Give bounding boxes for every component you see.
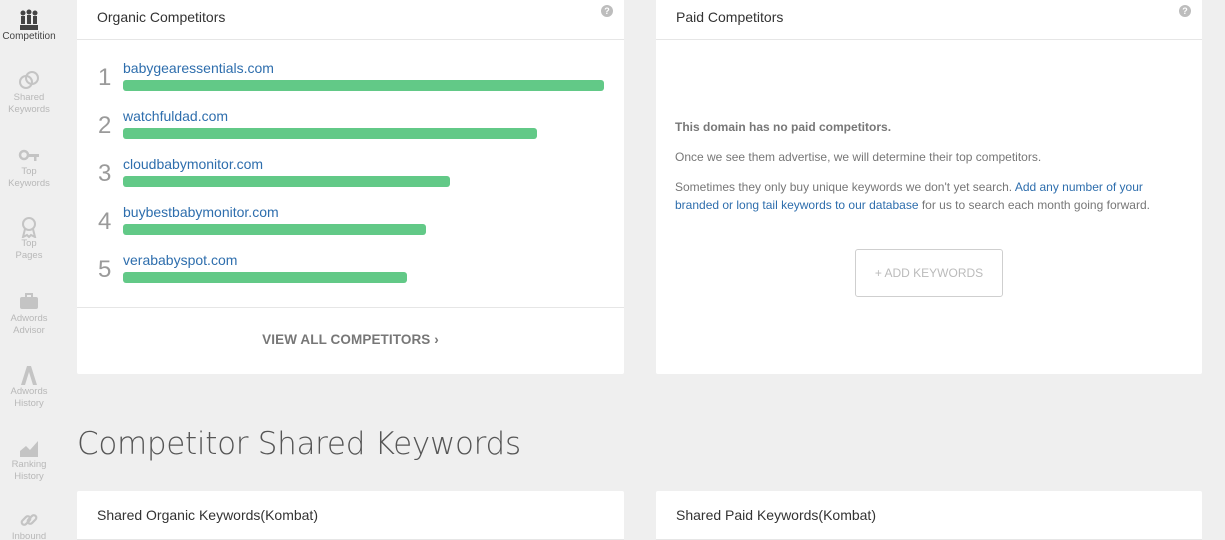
ribbon-icon: [21, 217, 37, 238]
nav-label: Competition: [2, 31, 56, 42]
nav-label: Top: [21, 238, 37, 249]
nav-label: Ranking: [11, 459, 47, 470]
nav-label: Adwords: [10, 313, 48, 324]
competition-icon: [20, 9, 38, 30]
paid-hint-text: Sometimes they only buy unique keywords …: [675, 178, 1185, 214]
hint-suffix: for us to search each month going forwar…: [918, 198, 1150, 212]
nav-label: History: [14, 471, 44, 482]
nav-label: Keywords: [8, 178, 50, 189]
nav-competition[interactable]: Competition: [0, 9, 58, 43]
competitor-bar: [123, 176, 450, 187]
competitor-row: 3 cloudbabymonitor.com: [77, 156, 624, 204]
competitor-bar: [123, 224, 426, 235]
chart-icon: [20, 441, 38, 457]
paid-info-text: Once we see them advertise, we will dete…: [675, 150, 1042, 164]
nav-top-pages[interactable]: Top Pages: [0, 216, 58, 262]
organic-competitors-card: Organic Competitors ? 1 babygearessential…: [77, 0, 624, 374]
help-icon[interactable]: ?: [1179, 5, 1191, 17]
shared-organic-keywords-card: Shared Organic Keywords(Kombat): [77, 491, 624, 540]
competitor-link[interactable]: buybestbabymonitor.com: [123, 204, 279, 220]
card-title: Shared Organic Keywords(Kombat): [97, 507, 318, 523]
competitor-link[interactable]: watchfuldad.com: [123, 108, 228, 124]
card-title: Shared Paid Keywords(Kombat): [676, 507, 876, 523]
key-icon: [18, 149, 39, 161]
card-header: Organic Competitors ?: [77, 0, 624, 40]
nav-label: Shared: [13, 92, 45, 103]
competitor-row: 4 buybestbabymonitor.com: [77, 204, 624, 252]
card-footer: VIEW ALL COMPETITORS ›: [77, 307, 624, 373]
competitor-rank: 5: [98, 256, 112, 283]
nav-adwords-history[interactable]: Adwords History: [0, 364, 58, 410]
nav-label: Inbound: [11, 531, 47, 540]
competitor-bar: [123, 128, 537, 139]
card-title: Paid Competitors: [676, 9, 784, 25]
card-header: Paid Competitors ?: [656, 0, 1202, 40]
nav-inbound[interactable]: Inbound: [0, 509, 58, 540]
adwords-icon: [21, 366, 37, 385]
hint-prefix: Sometimes they only buy unique keywords …: [675, 180, 1015, 194]
nav-ranking-history[interactable]: Ranking History: [0, 437, 58, 483]
section-title: Competitor Shared Keywords: [77, 426, 521, 462]
briefcase-icon: [20, 293, 38, 309]
nav-shared-keywords[interactable]: Shared Keywords: [0, 70, 58, 116]
nav-top-keywords[interactable]: Top Keywords: [0, 144, 58, 190]
help-icon[interactable]: ?: [601, 5, 613, 17]
paid-competitors-card: Paid Competitors ? This domain has no pa…: [656, 0, 1202, 374]
nav-label: Pages: [15, 250, 43, 261]
competitor-row: 5 verababyspot.com: [77, 252, 624, 300]
no-paid-competitors-text: This domain has no paid competitors.: [675, 120, 892, 134]
competitor-rank: 4: [98, 208, 112, 235]
nav-label: Top: [21, 166, 37, 177]
card-header: Shared Organic Keywords(Kombat): [77, 491, 624, 540]
competitor-link[interactable]: babygearessentials.com: [123, 60, 274, 76]
nav-label: Advisor: [13, 325, 45, 336]
competitor-link[interactable]: cloudbabymonitor.com: [123, 156, 263, 172]
competitor-bar: [123, 272, 407, 283]
sidebar: Competition Shared Keywords Top Keywords…: [0, 0, 58, 540]
shared-paid-keywords-card: Shared Paid Keywords(Kombat): [656, 491, 1202, 540]
card-title: Organic Competitors: [97, 9, 226, 25]
nav-label: Adwords: [10, 386, 48, 397]
competitor-rank: 3: [98, 160, 112, 187]
competitor-bar: [123, 80, 604, 91]
competitor-link[interactable]: verababyspot.com: [123, 252, 237, 268]
nav-label: History: [14, 398, 44, 409]
paid-message: This domain has no paid competitors. Onc…: [675, 118, 1185, 226]
add-keywords-button[interactable]: + ADD KEYWORDS: [855, 249, 1003, 297]
nav-label: Keywords: [8, 104, 50, 115]
competitor-row: 2 watchfuldad.com: [77, 108, 624, 156]
shared-keywords-icon: [19, 71, 39, 89]
link-icon: [20, 514, 38, 526]
view-all-competitors-link[interactable]: VIEW ALL COMPETITORS ›: [262, 332, 439, 347]
card-header: Shared Paid Keywords(Kombat): [656, 491, 1202, 540]
competitor-rank: 1: [98, 64, 112, 91]
competitor-row: 1 babygearessentials.com: [77, 60, 624, 108]
nav-adwords-advisor[interactable]: Adwords Advisor: [0, 291, 58, 337]
competitor-rank: 2: [98, 112, 112, 139]
